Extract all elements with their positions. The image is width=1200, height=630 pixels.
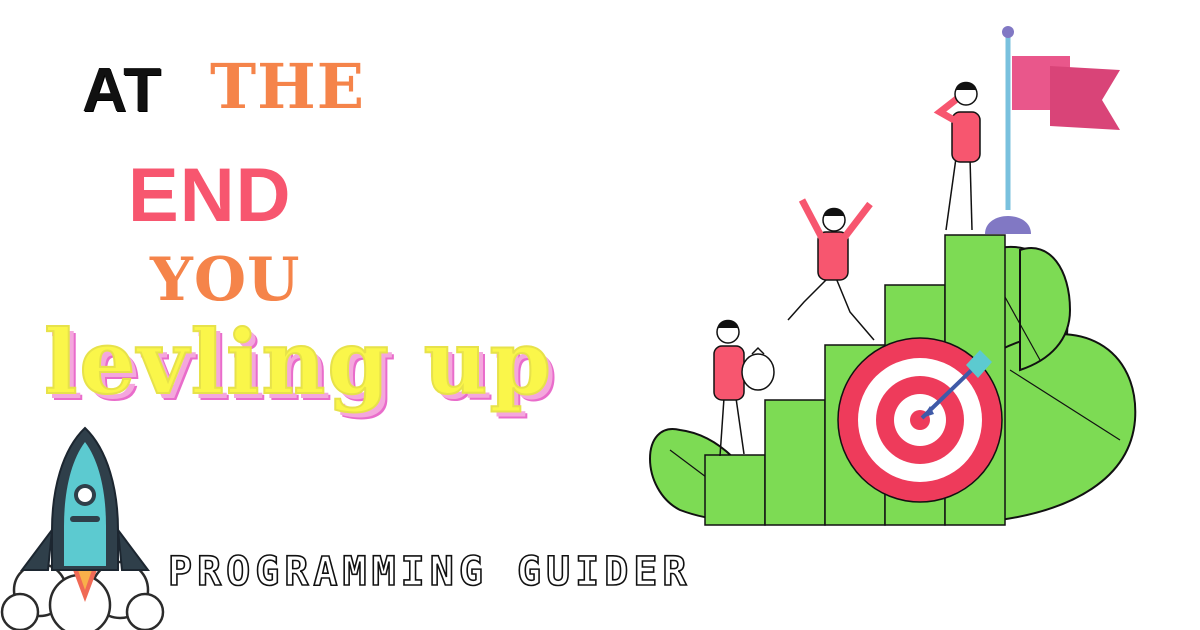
headline-levling-up: levling up <box>43 310 554 414</box>
person-figure-top <box>933 81 981 231</box>
headline-word-end: END <box>128 153 292 238</box>
rocket-icon <box>0 426 165 630</box>
person-figure-middle <box>787 198 875 341</box>
flag-icon <box>985 26 1120 234</box>
thumbnail-canvas: AT THE END YOU levling up PROGRAMMING GU… <box>0 0 1200 630</box>
headline-word-at: AT <box>82 56 163 125</box>
headline-word-the: THE <box>210 50 365 123</box>
headline-word-you: YOU <box>150 245 301 315</box>
brand-name: PROGRAMMING GUIDER <box>167 549 692 595</box>
headline: AT THE END YOU levling up <box>0 0 620 460</box>
growth-stairs-illustration <box>649 26 1137 526</box>
